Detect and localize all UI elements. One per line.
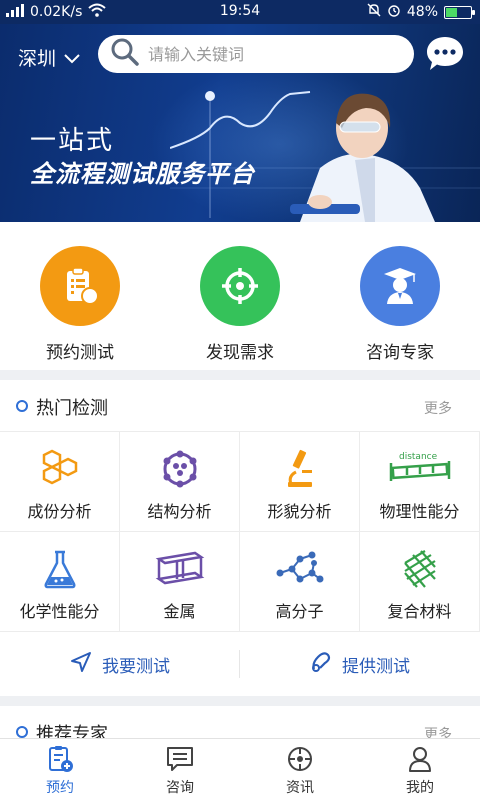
request-test-button[interactable]: 我要测试 (0, 632, 240, 696)
status-bar: 0.02K/s 19:54 48% (0, 0, 480, 24)
category-structure[interactable]: 结构分析 (120, 432, 240, 532)
provide-test-label: 提供测试 (342, 656, 410, 677)
polymer-icon (240, 544, 359, 594)
quick-action-label: 咨询专家 (366, 343, 434, 363)
category-label: 金属 (163, 602, 196, 621)
battery-icon (444, 5, 475, 19)
banner-slogan-line1: 一站式 (30, 126, 115, 156)
flask-icon (0, 544, 119, 594)
category-label: 成份分析 (27, 502, 92, 521)
target-icon (200, 246, 280, 326)
distance-ruler-icon: distance (360, 444, 479, 494)
city-name: 深圳 (18, 48, 57, 70)
hot-tests-section: 热门检测 更多 成份分析 结构分析 形貌分析 distance 物理性能分 化学… (0, 380, 480, 696)
navigation-arrow-icon (70, 651, 92, 678)
profile-icon (360, 743, 480, 775)
distance-icon-text: distance (399, 452, 438, 462)
tab-label: 资讯 (286, 780, 314, 796)
chat-icon (120, 743, 240, 775)
booking-icon (0, 743, 120, 775)
chevron-down-icon (64, 47, 80, 69)
tab-profile[interactable]: 我的 (360, 743, 480, 797)
quick-action-consult-expert[interactable]: 咨询专家 (340, 246, 460, 363)
category-chemical[interactable]: 化学性能分 (0, 532, 120, 632)
more-link[interactable]: 更多 (424, 398, 452, 418)
quick-action-label: 发现需求 (206, 343, 274, 363)
banner-slogan-line2: 全流程测试服务平台 (30, 160, 255, 188)
search-input[interactable] (148, 44, 388, 64)
category-polymer[interactable]: 高分子 (240, 532, 360, 632)
section-header: 热门检测 更多 (0, 380, 480, 432)
test-category-grid: 成份分析 结构分析 形貌分析 distance 物理性能分 化学性能分 金属 高… (0, 432, 480, 632)
city-selector[interactable]: 深圳 (18, 44, 80, 71)
tab-label: 我的 (406, 780, 434, 796)
message-button[interactable] (424, 34, 466, 74)
search-bar[interactable] (98, 35, 414, 73)
news-icon (240, 743, 360, 775)
microscope-icon (240, 444, 359, 494)
provide-icon (310, 651, 332, 678)
molecule-ring-icon (120, 444, 239, 494)
mesh-icon (360, 544, 479, 594)
category-label: 化学性能分 (19, 602, 100, 621)
hero-banner[interactable]: 深圳 一站式 全流程测试服务平台 (0, 24, 480, 222)
quick-actions: 预约测试 发现需求 咨询专家 (0, 222, 480, 370)
quick-action-find-demand[interactable]: 发现需求 (180, 246, 300, 363)
category-label: 物理性能分 (379, 502, 460, 521)
clipboard-icon (40, 246, 120, 326)
section-bullet-icon (16, 400, 28, 412)
section-bullet-icon (16, 726, 28, 738)
category-label: 高分子 (275, 602, 324, 621)
provide-test-button[interactable]: 提供测试 (240, 632, 480, 696)
expert-icon (360, 246, 440, 326)
category-label: 形貌分析 (267, 502, 332, 521)
category-composite[interactable]: 复合材料 (360, 532, 480, 632)
metal-beam-icon (120, 544, 239, 594)
tab-booking[interactable]: 预约 (0, 743, 120, 797)
mute-bell-icon (367, 3, 381, 21)
category-label: 复合材料 (387, 602, 452, 621)
section-title: 热门检测 (36, 398, 108, 419)
quick-action-book-test[interactable]: 预约测试 (20, 246, 140, 363)
battery-percent: 48% (406, 4, 438, 20)
category-metal[interactable]: 金属 (120, 532, 240, 632)
request-test-label: 我要测试 (102, 656, 170, 677)
category-label: 结构分析 (147, 502, 212, 521)
scientist-illustration (170, 91, 480, 222)
honeycomb-icon (0, 444, 119, 494)
test-actions: 我要测试 提供测试 (0, 632, 480, 696)
category-physical[interactable]: distance 物理性能分 (360, 432, 480, 532)
search-icon (110, 37, 140, 71)
tab-label: 咨询 (166, 780, 194, 796)
tab-news[interactable]: 资讯 (240, 743, 360, 797)
quick-action-label: 预约测试 (46, 343, 114, 363)
tab-consult[interactable]: 咨询 (120, 743, 240, 797)
tab-label: 预约 (46, 780, 74, 796)
category-composition[interactable]: 成份分析 (0, 432, 120, 532)
category-morphology[interactable]: 形貌分析 (240, 432, 360, 532)
alarm-icon (387, 3, 401, 21)
bottom-tab-bar: 预约 咨询 资讯 我的 (0, 738, 480, 800)
chat-bubble-icon (427, 37, 463, 70)
